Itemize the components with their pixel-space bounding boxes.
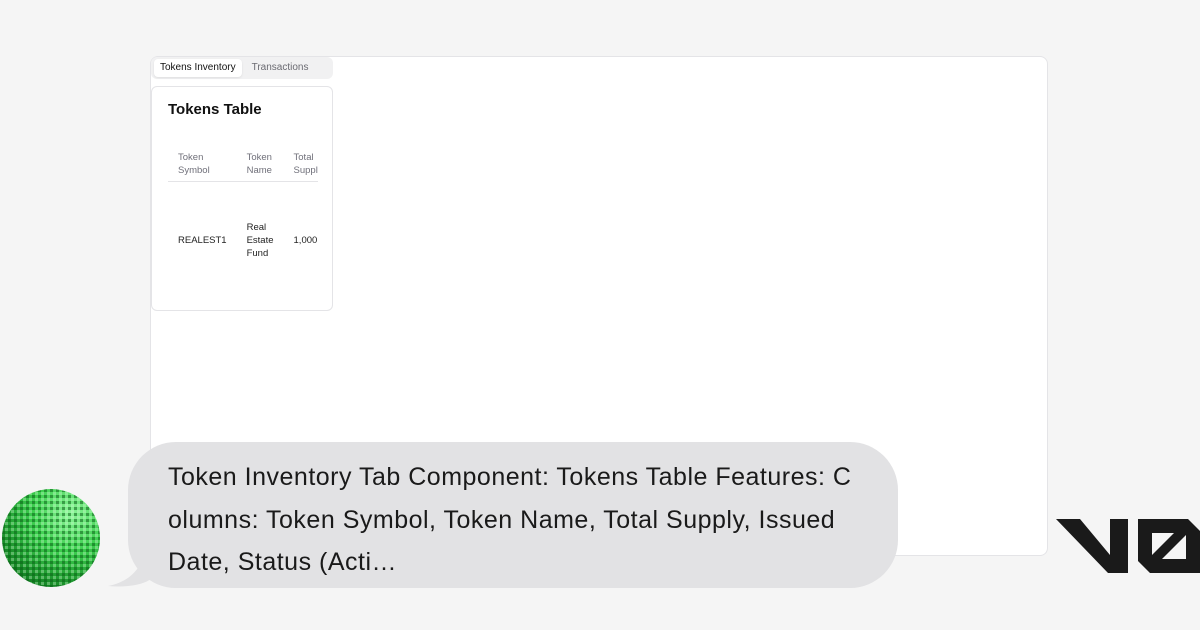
table-header-row: Token Symbol Token Name Total Supply [168, 149, 318, 182]
pixel-gradient-avatar-icon [2, 489, 100, 587]
table-row: REALEST1 Real Estate Fund 1,000, [168, 182, 318, 299]
tab-transactions[interactable]: Transactions [246, 59, 315, 77]
chat-message-bubble: Token Inventory Tab Component: Tokens Ta… [128, 442, 898, 588]
tokens-table: Token Symbol Token Name Total Supply REA… [168, 149, 318, 299]
table-scroll-area[interactable]: Token Symbol Token Name Total Supply REA… [168, 149, 318, 299]
cell-total-supply: 1,000, [293, 234, 318, 246]
cell-token-name: Real Estate Fund [246, 221, 274, 259]
column-header-token-name: Token Name [236, 149, 284, 182]
v0-logo-icon[interactable] [1054, 503, 1200, 579]
tokens-table-card: Tokens Table Token Symbol Token Name Tot… [151, 86, 333, 311]
cell-token-symbol: REALEST1 [178, 234, 227, 246]
tabs-list: Tokens Inventory Transactions [151, 57, 333, 79]
tab-tokens-inventory[interactable]: Tokens Inventory [154, 59, 242, 77]
card-title: Tokens Table [168, 101, 262, 118]
column-header-total-supply: Total Supply [283, 149, 318, 182]
column-header-token-symbol: Token Symbol [168, 149, 237, 182]
chat-message-text: Token Inventory Tab Component: Tokens Ta… [168, 463, 852, 576]
